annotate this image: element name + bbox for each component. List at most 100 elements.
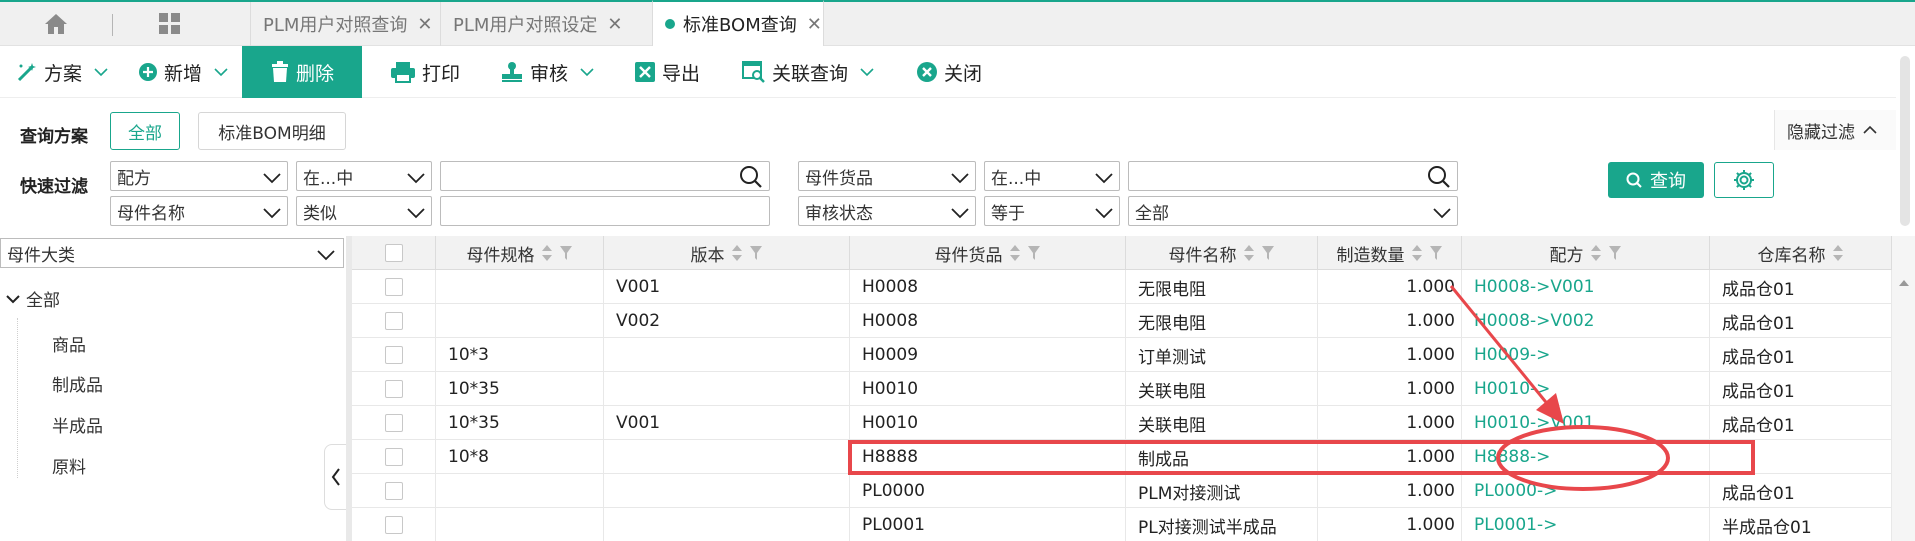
apps-grid-icon[interactable] (150, 2, 190, 46)
print-button[interactable]: 打印 (390, 46, 460, 98)
audit-button[interactable]: 审核 (500, 46, 594, 98)
cell-formula-link[interactable]: H8888-> (1462, 440, 1710, 474)
home-icon[interactable] (36, 2, 76, 46)
filter3-field-select[interactable]: 母件名称 (110, 196, 288, 226)
cell-formula-link[interactable]: H0010-> (1462, 372, 1710, 406)
filter2-operator-select[interactable]: 在...中 (984, 161, 1120, 191)
grid-vertical-scrollbar[interactable] (1892, 236, 1915, 541)
table-row[interactable]: 10*35 H0010 关联电阻 1.000 H0010-> 成品仓01 (352, 372, 1892, 406)
col-header-version[interactable]: 版本 (604, 236, 850, 270)
cell-formula-link[interactable]: H0008->V001 (1462, 270, 1710, 304)
scheme-button[interactable]: 方案 (16, 46, 108, 98)
scroll-up-icon[interactable] (1898, 272, 1910, 292)
col-header-code[interactable]: 母件货品 (850, 236, 1126, 270)
cell-code: H0008 (850, 270, 1126, 304)
tree-root-all[interactable]: 全部 (6, 286, 60, 311)
tab-standard-bom-query[interactable]: 标准BOM查询 ✕ (652, 0, 824, 46)
sort-icon[interactable] (1243, 244, 1255, 262)
filter3-operator-select[interactable]: 类似 (296, 196, 432, 226)
filter4-field-select[interactable]: 审核状态 (798, 196, 976, 226)
row-checkbox[interactable] (384, 482, 403, 500)
query-button[interactable]: 查询 (1608, 162, 1704, 198)
filter-icon[interactable] (1027, 245, 1041, 261)
col-header-spec[interactable]: 母件规格 (436, 236, 604, 270)
page-scrollbar-thumb[interactable] (1900, 56, 1910, 226)
tree-item-semi-finished[interactable]: 半成品 (52, 412, 103, 437)
sort-icon[interactable] (1590, 244, 1602, 262)
cell-formula-link[interactable]: H0008->V002 (1462, 304, 1710, 338)
table-row[interactable]: V001 H0008 无限电阻 1.000 H0008->V001 成品仓01 (352, 270, 1892, 304)
cell-code: H8888 (850, 440, 1126, 474)
table-row[interactable]: V002 H0008 无限电阻 1.000 H0008->V002 成品仓01 (352, 304, 1892, 338)
sort-icon[interactable] (1009, 244, 1021, 262)
sort-icon[interactable] (1411, 244, 1423, 262)
row-checkbox[interactable] (384, 312, 403, 330)
table-row[interactable]: 10*3 H0009 订单测试 1.000 H0009-> 成品仓01 (352, 338, 1892, 372)
filter4-value-select[interactable]: 全部 (1128, 196, 1458, 226)
scheme-all-button[interactable]: 全部 (110, 112, 180, 150)
row-checkbox[interactable] (384, 346, 403, 364)
cell-version (604, 474, 850, 508)
filter1-value-input[interactable] (440, 161, 770, 191)
category-select[interactable]: 母件大类 (0, 238, 344, 268)
close-icon[interactable]: ✕ (807, 14, 822, 35)
settings-button[interactable] (1714, 162, 1774, 198)
row-checkbox[interactable] (384, 448, 403, 466)
filter1-field-value: 配方 (117, 168, 151, 189)
filter-icon[interactable] (1608, 245, 1622, 261)
select-all-checkbox[interactable] (384, 244, 403, 262)
row-checkbox[interactable] (384, 414, 403, 432)
filter-icon[interactable] (1261, 245, 1275, 261)
table-row[interactable]: PL0001 PL对接测试半成品 1.000 PL0001-> 半成品仓01 (352, 508, 1892, 541)
cell-name: PL对接测试半成品 (1126, 508, 1318, 541)
filter-icon[interactable] (749, 245, 763, 261)
close-button[interactable]: 关闭 (916, 46, 982, 98)
delete-button[interactable]: 删除 (242, 46, 362, 98)
row-checkbox[interactable] (384, 516, 403, 534)
col-header-qty[interactable]: 制造数量 (1318, 236, 1462, 270)
filter4-value: 全部 (1135, 203, 1169, 224)
hide-filter-button[interactable]: 隐藏过滤 (1774, 110, 1898, 150)
related-query-button[interactable]: 关联查询 (742, 46, 874, 98)
tree-item-finished[interactable]: 制成品 (52, 371, 103, 396)
col-header-name[interactable]: 母件名称 (1126, 236, 1318, 270)
filter1-operator-select[interactable]: 在...中 (296, 161, 432, 191)
table-row[interactable]: 10*35 V001 H0010 关联电阻 1.000 H0010->V001 … (352, 406, 1892, 440)
sort-icon[interactable] (731, 244, 743, 262)
toolbar: 方案 新增 删除 打印 审核 导出 关联查询 关闭 (0, 46, 1915, 98)
scheme-bom-detail-button[interactable]: 标准BOM明细 (198, 112, 346, 150)
tab-plm-user-setting[interactable]: PLM用户对照设定 ✕ (440, 2, 652, 46)
export-button[interactable]: 导出 (634, 46, 700, 98)
search-icon[interactable] (739, 165, 763, 194)
close-icon[interactable]: ✕ (607, 14, 622, 35)
filter4-operator-select[interactable]: 等于 (984, 196, 1120, 226)
row-checkbox[interactable] (384, 278, 403, 296)
tree-item-goods[interactable]: 商品 (52, 331, 86, 356)
filter3-value-input[interactable] (440, 196, 770, 226)
tree-item-raw-material[interactable]: 原料 (52, 453, 86, 478)
filter1-field-select[interactable]: 配方 (110, 161, 288, 191)
add-button[interactable]: 新增 (138, 46, 228, 98)
page-scrollbar[interactable] (1896, 46, 1915, 236)
filter-icon[interactable] (559, 245, 573, 261)
tab-plm-user-query[interactable]: PLM用户对照查询 ✕ (250, 2, 440, 46)
sort-icon[interactable] (541, 244, 553, 262)
sort-icon[interactable] (1832, 244, 1844, 262)
filter-icon[interactable] (1429, 245, 1443, 261)
row-select-cell (352, 508, 436, 541)
search-icon[interactable] (1427, 165, 1451, 194)
col-header-warehouse[interactable]: 仓库名称 (1710, 236, 1892, 270)
row-checkbox[interactable] (384, 380, 403, 398)
cell-formula-link[interactable]: H0009-> (1462, 338, 1710, 372)
filter2-field-select[interactable]: 母件货品 (798, 161, 976, 191)
cell-formula-link[interactable]: PL0001-> (1462, 508, 1710, 541)
table-row[interactable]: PL0000 PLM对接测试 1.000 PL0000-> 成品仓01 (352, 474, 1892, 508)
collapse-panel-handle[interactable] (324, 444, 346, 510)
cell-formula-link[interactable]: PL0000-> (1462, 474, 1710, 508)
filter2-value-input[interactable] (1128, 161, 1458, 191)
col-header-formula[interactable]: 配方 (1462, 236, 1710, 270)
cell-formula-link[interactable]: H0010->V001 (1462, 406, 1710, 440)
table-row[interactable]: 10*8 H8888 制成品 1.000 H8888-> (352, 440, 1892, 474)
close-icon[interactable]: ✕ (417, 14, 432, 35)
cell-qty: 1.000 (1318, 474, 1462, 508)
